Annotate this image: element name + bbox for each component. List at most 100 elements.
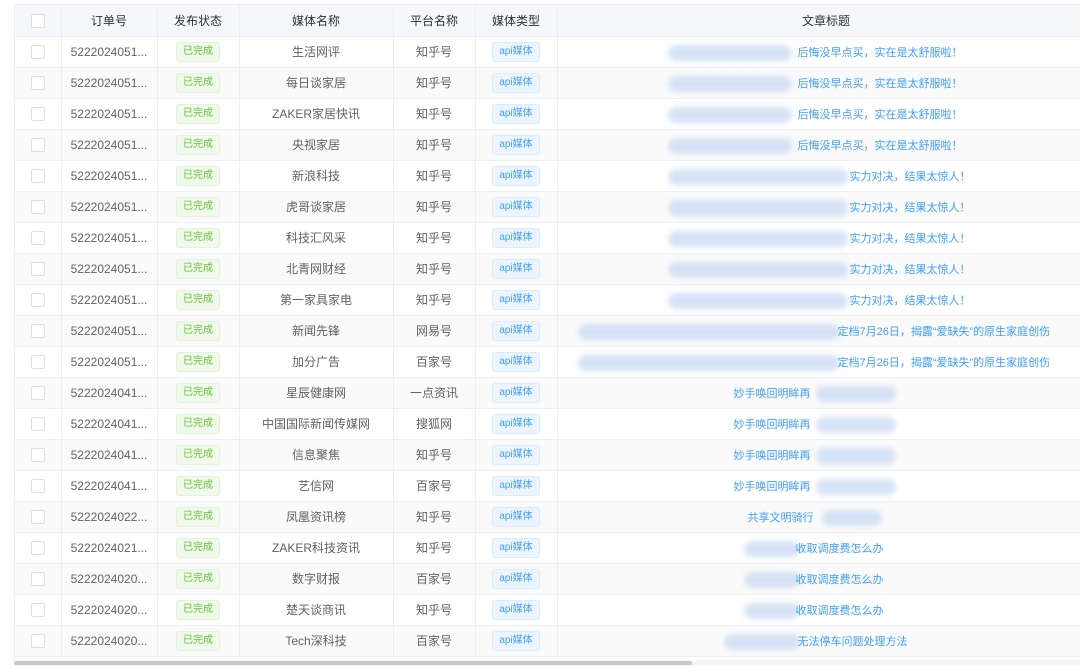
article-title-link[interactable]: 收取调度费怎么办	[796, 572, 884, 588]
table-row[interactable]: 5222024041... 已完成 信息聚焦 知乎号 api媒体 妙手唤回明眸再	[15, 439, 1080, 471]
row-checkbox-cell	[15, 501, 62, 533]
row-checkbox[interactable]	[30, 106, 45, 121]
article-title-cell: 实力对决，结果太惊人！	[557, 222, 1080, 254]
article-title-link[interactable]: 后悔没早点买，实在是太舒服啦！	[798, 45, 963, 61]
article-title-link[interactable]: 定档7月26日，揭露“爱缺失”的原生家庭创伤	[838, 324, 1051, 340]
article-title-link[interactable]: 妙手唤回明眸再	[734, 417, 811, 433]
column-header-article-title[interactable]: 文章标题	[557, 5, 1080, 37]
article-title-link[interactable]: 后悔没早点买，实在是太舒服啦！	[798, 76, 963, 92]
orders-table: 订单号 发布状态 媒体名称 平台名称 媒体类型 文章标题 5222024051.…	[14, 4, 1080, 661]
article-title-link[interactable]: 实力对决，结果太惊人！	[850, 200, 971, 216]
row-checkbox[interactable]	[30, 571, 45, 586]
row-checkbox[interactable]	[30, 602, 45, 617]
row-checkbox[interactable]	[30, 478, 45, 493]
platform-cell: 知乎号	[393, 98, 476, 130]
redacted-blur	[667, 230, 848, 247]
table-row[interactable]: 5222024051... 已完成 央视家居 知乎号 api媒体 后悔没早点买，实在是太舒…	[15, 129, 1080, 161]
row-checkbox[interactable]	[30, 199, 45, 214]
platform-cell: 一点资讯	[393, 377, 476, 409]
table-row[interactable]: 5222024041... 已完成 艺信网 百家号 api媒体 妙手唤回明眸再	[15, 470, 1080, 502]
order-no-cell: 5222024051...	[61, 346, 158, 378]
media-type-cell: api媒体	[475, 36, 558, 68]
article-title-link[interactable]: 后悔没早点买，实在是太舒服啦！	[798, 138, 963, 154]
column-header-status[interactable]: 发布状态	[157, 5, 240, 37]
article-title-link[interactable]: 实力对决，结果太惊人！	[850, 262, 971, 278]
row-checkbox[interactable]	[30, 540, 45, 555]
media-type-badge: api媒体	[492, 258, 540, 279]
row-checkbox[interactable]	[30, 75, 45, 90]
article-title-link[interactable]: 后悔没早点买，实在是太舒服啦！	[798, 107, 963, 123]
table-row[interactable]: 5222024051... 已完成 北青网财经 知乎号 api媒体 实力对决，结果太惊人！	[15, 253, 1080, 285]
article-title-cell: 后悔没早点买，实在是太舒服啦！	[557, 98, 1080, 130]
article-title-link[interactable]: 无法停车问题处理方法	[798, 634, 908, 650]
row-checkbox-cell	[15, 129, 62, 161]
table-row[interactable]: 5222024020... 已完成 Tech深科技 百家号 api媒体 无法停车问题处理方…	[15, 625, 1080, 657]
media-type-cell: api媒体	[475, 346, 558, 378]
media-name-cell: 新浪科技	[239, 160, 394, 192]
table-row[interactable]: 5222024020... 已完成 楚天谈商讯 知乎号 api媒体 收取调度费怎么办	[15, 594, 1080, 626]
status-cell: 已完成	[157, 594, 240, 626]
row-checkbox-cell	[15, 160, 62, 192]
table-row[interactable]: 5222024051... 已完成 第一家具家电 知乎号 api媒体 实力对决，结果太惊人…	[15, 284, 1080, 316]
row-checkbox[interactable]	[30, 292, 45, 307]
status-cell: 已完成	[157, 470, 240, 502]
redacted-blur	[815, 385, 896, 402]
row-checkbox[interactable]	[30, 261, 45, 276]
table-row[interactable]: 5222024051... 已完成 ZAKER家居快讯 知乎号 api媒体 后悔没早点买，…	[15, 98, 1080, 130]
table-row[interactable]: 5222024051... 已完成 科技汇风采 知乎号 api媒体 实力对决，结果太惊人！	[15, 222, 1080, 254]
row-checkbox[interactable]	[30, 416, 45, 431]
article-title-cell: 后悔没早点买，实在是太舒服啦！	[557, 36, 1080, 68]
select-all-checkbox[interactable]	[30, 13, 45, 28]
table-row[interactable]: 5222024041... 已完成 中国国际新闻传媒网 搜狐网 api媒体 妙手唤回明眸再	[15, 408, 1080, 440]
row-checkbox[interactable]	[30, 354, 45, 369]
row-checkbox[interactable]	[30, 633, 45, 648]
row-checkbox[interactable]	[30, 447, 45, 462]
platform-cell: 知乎号	[393, 501, 476, 533]
row-checkbox-cell	[15, 377, 62, 409]
table-row[interactable]: 5222024022... 已完成 凤凰资讯榜 知乎号 api媒体 共享文明骑行	[15, 501, 1080, 533]
article-title-link[interactable]: 实力对决，结果太惊人！	[850, 293, 971, 309]
table-row[interactable]: 5222024051... 已完成 每日谈家居 知乎号 api媒体 后悔没早点买，实在是太…	[15, 67, 1080, 99]
table-header-row: 订单号 发布状态 媒体名称 平台名称 媒体类型 文章标题	[15, 5, 1080, 37]
article-title-link[interactable]: 收取调度费怎么办	[796, 541, 884, 557]
column-header-platform[interactable]: 平台名称	[393, 5, 476, 37]
row-checkbox[interactable]	[30, 323, 45, 338]
platform-cell: 搜狐网	[393, 408, 476, 440]
article-title-link[interactable]: 收取调度费怎么办	[796, 603, 884, 619]
table-row[interactable]: 5222024021... 已完成 ZAKER科技资讯 知乎号 api媒体 收取调度费怎么…	[15, 532, 1080, 564]
article-title-cell: 妙手唤回明眸再	[557, 439, 1080, 471]
table-row[interactable]: 5222024051... 已完成 新闻先锋 网易号 api媒体 定档7月26日，揭露“爱…	[15, 315, 1080, 347]
table-row[interactable]: 5222024020... 已完成 数字财报 百家号 api媒体 收取调度费怎么办	[15, 563, 1080, 595]
media-name-cell: 央视家居	[239, 129, 394, 161]
row-checkbox[interactable]	[30, 44, 45, 59]
article-title-link[interactable]: 共享文明骑行	[748, 510, 814, 526]
row-checkbox[interactable]	[30, 168, 45, 183]
article-title-link[interactable]: 妙手唤回明眸再	[734, 448, 811, 464]
article-title-link[interactable]: 妙手唤回明眸再	[734, 386, 811, 402]
scrollbar-thumb[interactable]	[14, 661, 692, 665]
column-header-media-type[interactable]: 媒体类型	[475, 5, 558, 37]
table-row[interactable]: 5222024041... 已完成 星辰健康网 一点资讯 api媒体 妙手唤回明眸再	[15, 377, 1080, 409]
article-title-link[interactable]: 妙手唤回明眸再	[734, 479, 811, 495]
status-cell: 已完成	[157, 408, 240, 440]
media-name-cell: 楚天谈商讯	[239, 594, 394, 626]
table-row[interactable]: 5222024051... 已完成 生活网评 知乎号 api媒体 后悔没早点买，实在是太舒…	[15, 36, 1080, 68]
status-badge: 已完成	[176, 320, 220, 341]
row-checkbox[interactable]	[30, 137, 45, 152]
row-checkbox[interactable]	[30, 385, 45, 400]
horizontal-scrollbar[interactable]	[14, 660, 1080, 666]
table-row[interactable]: 5222024051... 已完成 虎哥谈家居 知乎号 api媒体 实力对决，结果太惊人！	[15, 191, 1080, 223]
media-name-cell: 星辰健康网	[239, 377, 394, 409]
article-title-link[interactable]: 实力对决，结果太惊人！	[850, 231, 971, 247]
row-checkbox-cell	[15, 222, 62, 254]
article-title-link[interactable]: 实力对决，结果太惊人！	[850, 169, 971, 185]
article-title-link[interactable]: 定档7月26日，揭露“爱缺失”的原生家庭创伤	[838, 355, 1051, 371]
table-row[interactable]: 5222024051... 已完成 加分广告 百家号 api媒体 定档7月26日，揭露“爱…	[15, 346, 1080, 378]
media-type-cell: api媒体	[475, 160, 558, 192]
column-header-order-no[interactable]: 订单号	[61, 5, 158, 37]
row-checkbox[interactable]	[30, 230, 45, 245]
column-header-media-name[interactable]: 媒体名称	[239, 5, 394, 37]
order-no-cell: 5222024051...	[61, 98, 158, 130]
row-checkbox[interactable]	[30, 509, 45, 524]
table-row[interactable]: 5222024051... 已完成 新浪科技 知乎号 api媒体 实力对决，结果太惊人！	[15, 160, 1080, 192]
